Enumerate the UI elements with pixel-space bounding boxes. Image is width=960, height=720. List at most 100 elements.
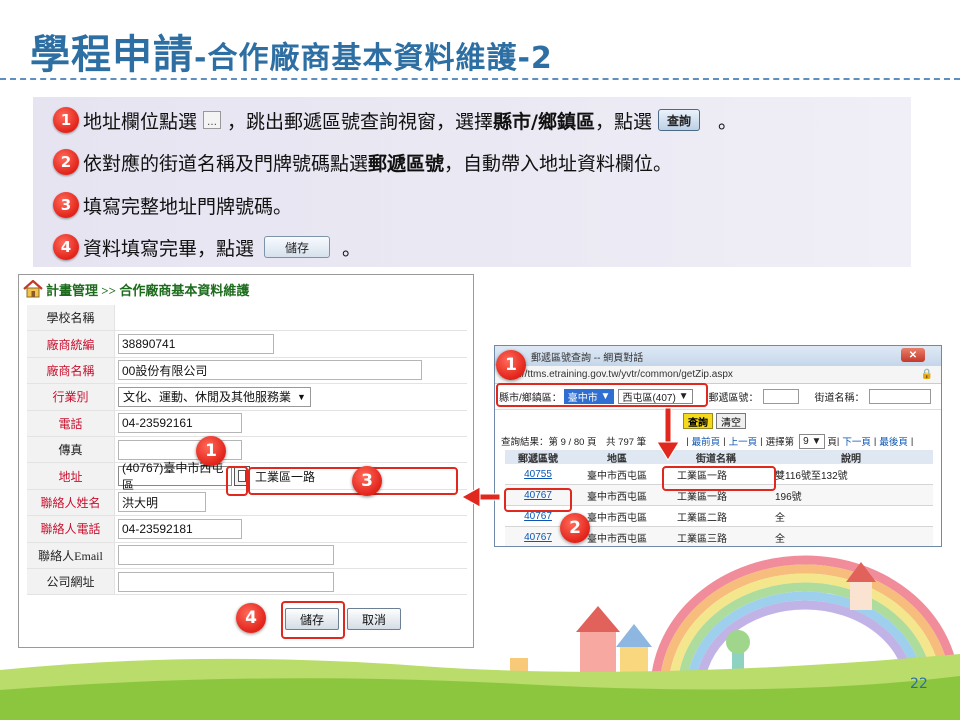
address-detail-input[interactable]: 工業區一路: [252, 466, 348, 487]
dialog-titlebar: 郵遞區號查詢 -- 網頁對話 ✕: [495, 346, 941, 366]
first-page-link[interactable]: 最前頁: [692, 434, 721, 448]
form-row-industry: 行業別 文化、運動、休閒及其他服務業 ▼: [27, 384, 467, 411]
page-title: 學程申請-合作廠商基本資料維護-2: [30, 22, 553, 80]
street-cell: 工業區一路: [677, 470, 727, 482]
zip-link[interactable]: 40755: [505, 464, 571, 484]
table-row: 40755 臺中市西屯區 工業區一路 雙116號至132號: [505, 464, 933, 485]
step-number: 4: [53, 234, 79, 260]
step-number: 2: [53, 149, 79, 175]
header-zip: 郵遞區號: [518, 453, 558, 465]
prev-page-link[interactable]: 上一頁: [729, 434, 758, 448]
table-row: 40767 臺中市西屯區 工業區一路 196號: [505, 485, 933, 506]
form-row-address: 地址 (40767)臺中市西屯區 工業區一路: [27, 461, 467, 492]
chevron-down-icon: ▼: [297, 391, 306, 402]
form-row-contact-email: 聯絡人Email: [27, 542, 467, 569]
field-label: 聯絡人姓名: [27, 489, 115, 516]
cancel-button[interactable]: 取消: [347, 608, 401, 630]
county-selected: 臺中市: [567, 393, 598, 404]
lock-icon: 🔒: [920, 369, 933, 380]
page-selected: 9: [803, 435, 809, 447]
contact-name-input[interactable]: 洪大明: [118, 492, 206, 513]
step-badge-2: 2: [560, 513, 590, 543]
step-text: 地址欄位點選: [83, 110, 198, 133]
address-picker-icon: …: [203, 111, 222, 129]
page-unit: 頁: [827, 437, 837, 448]
step-text: 填寫完整地址門牌號碼。: [83, 195, 293, 218]
field-value: [115, 305, 467, 330]
header-area: 地區: [607, 453, 627, 465]
zip-link[interactable]: 40767: [505, 485, 571, 505]
area-cell: 臺中市西屯區: [587, 470, 647, 482]
home-icon[interactable]: [23, 280, 43, 298]
breadcrumb-text[interactable]: 計畫管理 >> 合作廠商基本資料維護: [46, 280, 249, 299]
field-label: 廠商名稱: [27, 357, 115, 384]
address-picker-icon: [238, 470, 246, 483]
tax-id-input[interactable]: 38890741: [118, 334, 274, 355]
step-badge-4: 4: [236, 603, 266, 633]
form-row-contact-name: 聯絡人姓名 洪大明: [27, 489, 467, 517]
step-text: 。: [718, 110, 738, 133]
form-row-vendor-name: 廠商名稱 00設份有限公司: [27, 357, 467, 385]
field-label: 學校名稱: [27, 305, 115, 331]
step-text: ，自動帶入地址資料欄位。: [444, 152, 673, 175]
contact-email-input[interactable]: [118, 545, 334, 566]
breadcrumb: 計畫管理 >> 合作廠商基本資料維護: [19, 275, 473, 303]
save-button[interactable]: 儲存: [285, 608, 339, 630]
table-header: 郵遞區號 地區 街道名稱 說明: [505, 450, 933, 465]
clear-button[interactable]: 清空: [716, 413, 746, 429]
field-label: 廠商統編: [27, 331, 115, 357]
step-badge-1-popup: 1: [496, 350, 526, 380]
form-row-tax-id: 廠商統編 38890741: [27, 331, 467, 358]
county-select[interactable]: 臺中市 ▼: [563, 389, 615, 404]
step-text: ，跳出郵遞區號查詢視窗，選擇: [227, 110, 494, 133]
phone-input[interactable]: 04-23592161: [118, 413, 242, 434]
instruction-step-3: 3 填寫完整地址門牌號碼。: [53, 190, 292, 220]
note-cell: 全: [775, 512, 785, 524]
address-picker-button[interactable]: [234, 466, 250, 487]
vendor-name-input[interactable]: 00設份有限公司: [118, 360, 422, 381]
website-input[interactable]: [118, 571, 334, 592]
industry-select[interactable]: 文化、運動、休閒及其他服務業 ▼: [118, 386, 311, 407]
choose-page-label: 選擇第: [765, 437, 795, 448]
field-label: 電話: [27, 410, 115, 436]
step-text-bold: 縣市/鄉鎮區: [493, 110, 595, 133]
field-label: 地址: [27, 463, 115, 489]
close-icon[interactable]: ✕: [901, 348, 925, 362]
header-street: 街道名稱: [696, 453, 736, 465]
field-label: 聯絡人Email: [27, 542, 115, 568]
form-row-contact-phone: 聯絡人電話 04-23592181: [27, 516, 467, 543]
step-badge-3: 3: [352, 466, 382, 496]
note-cell: 196號: [775, 491, 802, 503]
county-label: 縣市/鄉鎮區：: [499, 393, 562, 404]
query-button[interactable]: 查詢: [683, 413, 713, 429]
address-zip-district: (40767)臺中市西屯區: [118, 461, 232, 492]
result-count: 查詢結果：第 9 / 80 頁 共 797 筆: [501, 437, 647, 448]
page-select[interactable]: 9 ▼: [799, 433, 826, 449]
industry-selected: 文化、運動、休閒及其他服務業: [123, 390, 292, 405]
contact-phone-input[interactable]: 04-23592181: [118, 518, 242, 539]
street-input[interactable]: [868, 389, 931, 404]
district-select[interactable]: 西屯區(407) ▼: [618, 389, 693, 404]
title-main: 學程申請: [30, 32, 194, 78]
title-divider: [0, 78, 960, 80]
zip-input[interactable]: [762, 389, 799, 404]
page-number: 22: [910, 676, 928, 692]
zip-lookup-dialog: 郵遞區號查詢 -- 網頁對話 ✕ ttps://ttms.etraining.g…: [494, 345, 942, 547]
grass-decoration: [0, 654, 960, 720]
note-cell: 雙116號至132號: [775, 470, 848, 482]
vendor-form-screenshot: 計畫管理 >> 合作廠商基本資料維護 學校名稱 廠商統編 38890741 廠商…: [18, 274, 474, 648]
street-cell: 工業區二路: [677, 512, 727, 524]
instruction-step-4: 4 資料填寫完畢，點選 儲存 。: [53, 232, 361, 262]
header-note: 說明: [841, 453, 861, 465]
last-page-link[interactable]: 最後頁: [879, 434, 908, 448]
step-text: 依對應的街道名稱及門牌號碼點選: [83, 152, 369, 175]
dialog-title: 郵遞區號查詢 -- 網頁對話: [531, 352, 644, 364]
street-cell: 工業區一路: [677, 491, 727, 503]
step-number: 1: [53, 107, 79, 133]
query-button-sample: 查詢: [658, 109, 701, 131]
next-page-link[interactable]: 下一頁: [842, 434, 871, 448]
step-number: 3: [53, 192, 79, 218]
form-row-phone: 電話 04-23592161: [27, 410, 467, 437]
street-label: 街道名稱：: [814, 393, 865, 404]
step-text-bold: 郵遞區號: [368, 152, 445, 175]
